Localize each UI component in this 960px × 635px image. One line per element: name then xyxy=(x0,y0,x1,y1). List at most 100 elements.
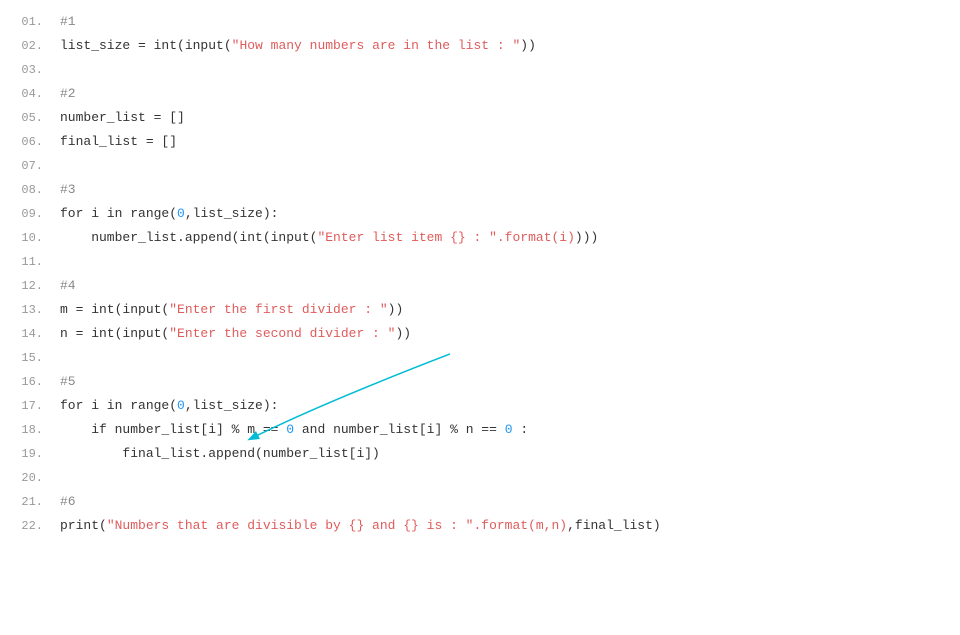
line-content: list_size = int(input("How many numbers … xyxy=(55,34,960,58)
code-line: 07. xyxy=(0,154,960,178)
code-token: number_list = [] xyxy=(60,110,185,125)
line-content: n = int(input("Enter the second divider … xyxy=(55,322,960,346)
code-line: 17.for i in range(0,list_size): xyxy=(0,394,960,418)
line-content: #4 xyxy=(55,274,960,298)
code-token: "Numbers that are divisible by {} and {}… xyxy=(107,518,567,533)
line-content: #3 xyxy=(55,178,960,202)
line-number: 19. xyxy=(0,442,55,466)
line-number: 02. xyxy=(0,34,55,58)
line-number: 22. xyxy=(0,514,55,538)
code-token: "Enter list item {} : ".format(i) xyxy=(317,230,574,245)
code-token: #4 xyxy=(60,278,76,293)
line-number: 14. xyxy=(0,322,55,346)
code-line: 08. #3 xyxy=(0,178,960,202)
code-token: #1 xyxy=(60,14,76,29)
code-line: 14.n = int(input("Enter the second divid… xyxy=(0,322,960,346)
code-line: 01. #1 xyxy=(0,10,960,34)
line-content: number_list.append(int(input("Enter list… xyxy=(55,226,960,250)
line-content xyxy=(55,466,960,490)
code-token: and number_list[i] % n == xyxy=(294,422,505,437)
code-line: 20. xyxy=(0,466,960,490)
code-line: 12. #4 xyxy=(0,274,960,298)
line-content: m = int(input("Enter the first divider :… xyxy=(55,298,960,322)
code-token: for i in range( xyxy=(60,206,177,221)
code-line: 04. #2 xyxy=(0,82,960,106)
code-line: 05. number_list = [] xyxy=(0,106,960,130)
line-content: print("Numbers that are divisible by {} … xyxy=(55,514,960,538)
code-line: 06. final_list = [] xyxy=(0,130,960,154)
line-number: 13. xyxy=(0,298,55,322)
line-number: 20. xyxy=(0,466,55,490)
code-token: )) xyxy=(520,38,536,53)
line-number: 06. xyxy=(0,130,55,154)
code-token: #5 xyxy=(60,374,76,389)
code-line: 22.print("Numbers that are divisible by … xyxy=(0,514,960,538)
line-content xyxy=(55,154,960,178)
code-token: list_size = int(input( xyxy=(60,38,232,53)
line-content: #5 xyxy=(55,370,960,394)
code-token: final_list = [] xyxy=(60,134,177,149)
code-token: ,final_list) xyxy=(567,518,661,533)
code-token: 0 xyxy=(286,422,294,437)
line-number: 18. xyxy=(0,418,55,442)
code-line: 13.m = int(input("Enter the first divide… xyxy=(0,298,960,322)
line-content: #2 xyxy=(55,82,960,106)
line-content xyxy=(55,58,960,82)
line-number: 05. xyxy=(0,106,55,130)
code-token: ,list_size): xyxy=(185,206,279,221)
code-token: "Enter the first divider : " xyxy=(169,302,387,317)
code-token: )) xyxy=(388,302,404,317)
code-token: #6 xyxy=(60,494,76,509)
line-number: 21. xyxy=(0,490,55,514)
line-number: 01. xyxy=(0,10,55,34)
code-line: 21. #6 xyxy=(0,490,960,514)
code-line: 11. xyxy=(0,250,960,274)
code-token: n = int(input( xyxy=(60,326,169,341)
code-line: 19. final_list.append(number_list[i]) xyxy=(0,442,960,466)
line-number: 15. xyxy=(0,346,55,370)
line-content: #6 xyxy=(55,490,960,514)
line-content: for i in range(0,list_size): xyxy=(55,202,960,226)
code-token: for i in range( xyxy=(60,398,177,413)
line-content: #1 xyxy=(55,10,960,34)
code-line: 18. if number_list[i] % m == 0 and numbe… xyxy=(0,418,960,442)
code-token: ))) xyxy=(575,230,598,245)
line-content xyxy=(55,250,960,274)
line-content: final_list.append(number_list[i]) xyxy=(55,442,960,466)
line-content xyxy=(55,346,960,370)
code-token: 0 xyxy=(177,206,185,221)
line-number: 12. xyxy=(0,274,55,298)
code-token: "Enter the second divider : " xyxy=(169,326,395,341)
code-token: final_list.append(number_list[i]) xyxy=(60,446,380,461)
code-line: 03. xyxy=(0,58,960,82)
code-token: #3 xyxy=(60,182,76,197)
code-token: m = int(input( xyxy=(60,302,169,317)
line-number: 11. xyxy=(0,250,55,274)
line-number: 07. xyxy=(0,154,55,178)
line-number: 16. xyxy=(0,370,55,394)
code-token: 0 xyxy=(505,422,513,437)
code-line: 10. number_list.append(int(input("Enter … xyxy=(0,226,960,250)
line-content: final_list = [] xyxy=(55,130,960,154)
code-token: : xyxy=(513,422,529,437)
line-content: number_list = [] xyxy=(55,106,960,130)
line-number: 08. xyxy=(0,178,55,202)
line-number: 10. xyxy=(0,226,55,250)
code-line: 02.list_size = int(input("How many numbe… xyxy=(0,34,960,58)
code-token: if number_list[i] % m == xyxy=(60,422,286,437)
code-container: 01.#102.list_size = int(input("How many … xyxy=(0,0,960,635)
code-line: 15. xyxy=(0,346,960,370)
line-content: for i in range(0,list_size): xyxy=(55,394,960,418)
code-token: number_list.append(int(input( xyxy=(60,230,317,245)
line-number: 09. xyxy=(0,202,55,226)
code-line: 16. #5 xyxy=(0,370,960,394)
line-content: if number_list[i] % m == 0 and number_li… xyxy=(55,418,960,442)
code-token: print( xyxy=(60,518,107,533)
line-number: 04. xyxy=(0,82,55,106)
line-number: 03. xyxy=(0,58,55,82)
line-number: 17. xyxy=(0,394,55,418)
code-token: "How many numbers are in the list : " xyxy=(232,38,521,53)
code-token: )) xyxy=(395,326,411,341)
code-token: #2 xyxy=(60,86,76,101)
code-line: 09.for i in range(0,list_size): xyxy=(0,202,960,226)
